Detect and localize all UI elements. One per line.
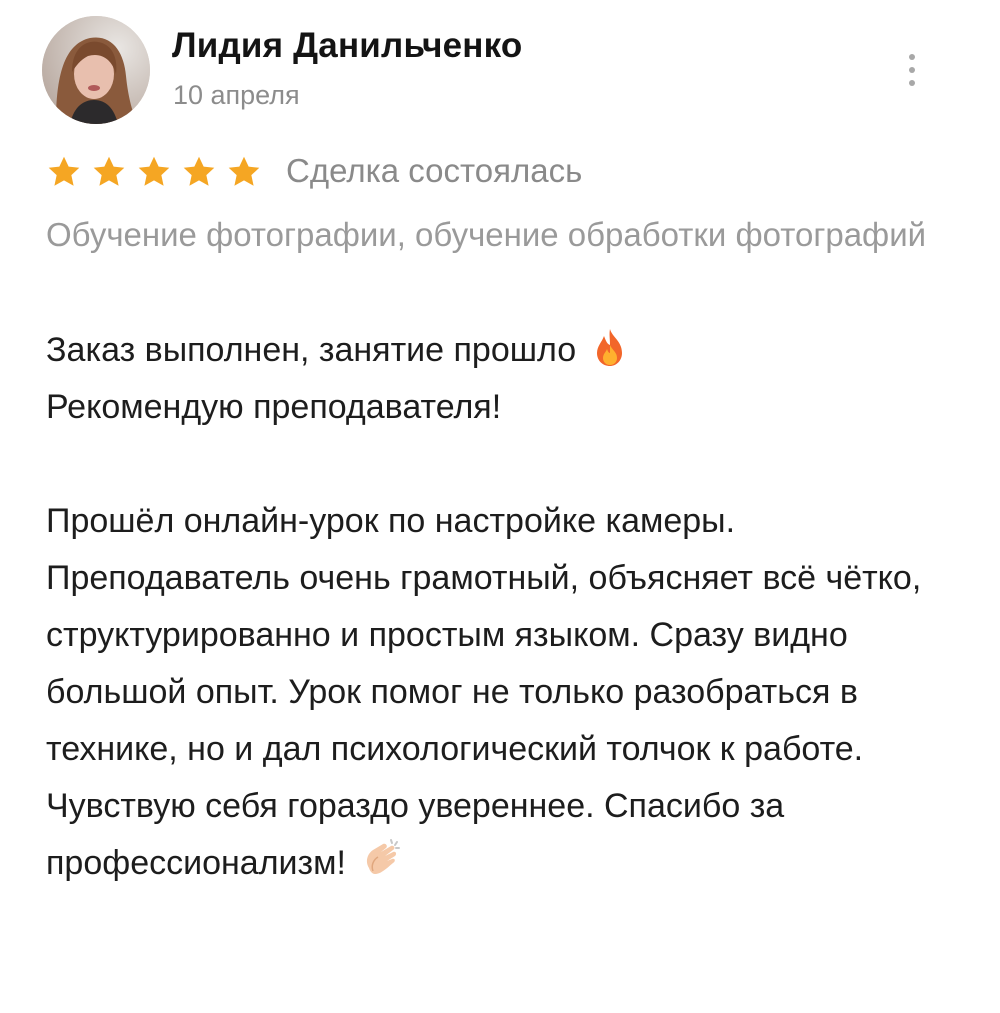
- more-dot-icon: [909, 67, 915, 73]
- star-rating: [46, 154, 271, 190]
- star-icon: [228, 156, 260, 186]
- rating-row: Сделка состоялась: [46, 148, 946, 198]
- more-options-button[interactable]: [894, 44, 930, 96]
- deal-status: Сделка состоялась: [286, 152, 583, 189]
- star-icon: [93, 156, 125, 186]
- more-dot-icon: [909, 54, 915, 60]
- review-line: Заказ выполнен, занятие прошло: [46, 331, 577, 369]
- clapping-hands-icon: [367, 839, 401, 874]
- review-line: Рекомендую преподавателя!: [46, 388, 502, 426]
- review-paragraph: Прошёл онлайн-урок по настройке камеры. …: [46, 493, 966, 892]
- avatar[interactable]: [42, 16, 150, 124]
- review-card: Лидия Данильченко 10 апреля Сделка состо…: [0, 0, 1000, 1013]
- avatar-photo: [42, 16, 150, 124]
- review-paragraph: Заказ выполнен, занятие прошло: [46, 322, 966, 379]
- author-name[interactable]: Лидия Данильченко: [172, 26, 522, 66]
- star-icon: [48, 156, 80, 186]
- star-icon: [183, 156, 215, 186]
- service-category: Обучение фотографии, обучение обработки …: [46, 216, 927, 253]
- fire-icon: [596, 329, 622, 366]
- star-icon: [138, 156, 170, 186]
- review-text: Заказ выполнен, занятие прошло Рекоменду…: [46, 322, 966, 892]
- review-header: Лидия Данильченко 10 апреля: [42, 14, 982, 126]
- more-dot-icon: [909, 80, 915, 86]
- review-date: 10 апреля: [173, 80, 300, 110]
- review-body: Прошёл онлайн-урок по настройке камеры. …: [46, 502, 922, 882]
